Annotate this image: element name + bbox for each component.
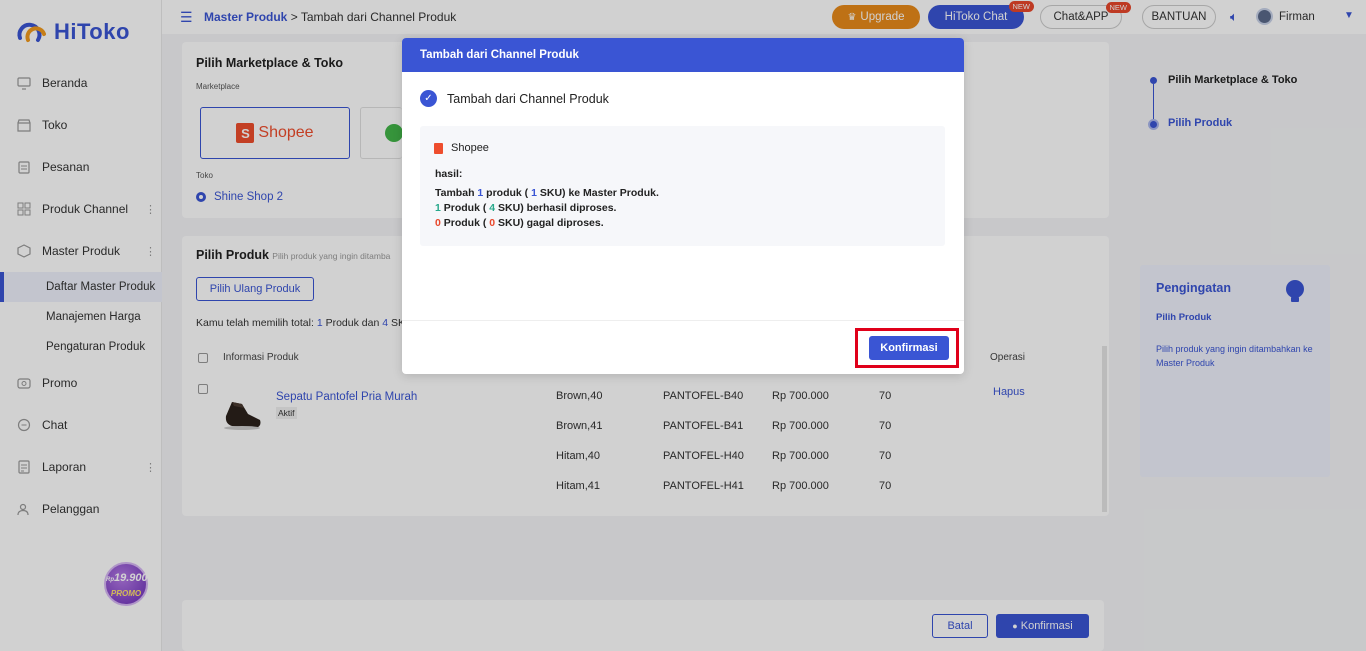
dialog-subtitle-text: Tambah dari Channel Produk [447, 91, 609, 106]
result-label: hasil: [435, 168, 463, 180]
result-dialog: Tambah dari Channel Produk ✓ Tambah dari… [402, 38, 964, 374]
result-text: SKU) berhasil diproses. [495, 202, 617, 214]
result-text: Tambah [435, 187, 478, 199]
result-line-failed: 0 Produk ( 0 SKU) gagal diproses. [435, 217, 604, 229]
result-shop: Shopee [434, 142, 489, 154]
result-line-success: 1 Produk ( 4 SKU) berhasil diproses. [435, 202, 616, 214]
check-circle-icon: ✓ [420, 90, 437, 107]
dialog-confirm-button[interactable]: Konfirmasi [869, 336, 949, 360]
result-shop-name: Shopee [451, 142, 489, 154]
result-text: produk ( [483, 187, 532, 199]
result-text: Produk ( [440, 202, 490, 214]
shopee-bag-icon [434, 142, 443, 154]
dialog-subtitle: ✓ Tambah dari Channel Produk [420, 90, 609, 107]
dialog-header: Tambah dari Channel Produk [402, 38, 964, 72]
result-text: SKU) gagal diproses. [495, 217, 604, 229]
result-text: SKU) ke Master Produk. [536, 187, 659, 199]
result-text: Produk ( [440, 217, 490, 229]
result-line-added: Tambah 1 produk ( 1 SKU) ke Master Produ… [435, 187, 659, 199]
result-box: Shopee hasil: Tambah 1 produk ( 1 SKU) k… [420, 126, 945, 246]
